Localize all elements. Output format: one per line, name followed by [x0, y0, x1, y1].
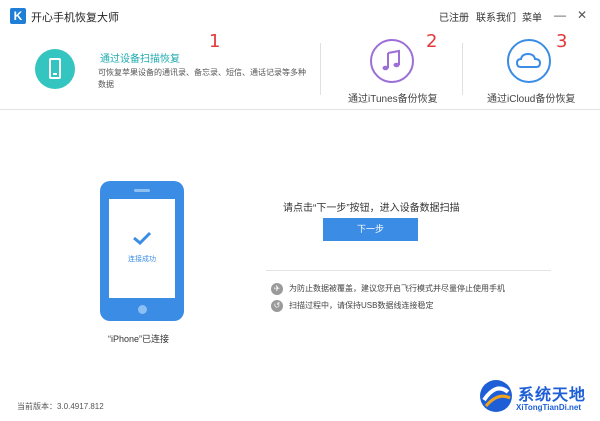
app-title: 开心手机恢复大师	[31, 12, 119, 24]
tip-airplane-mode: ✈ 为防止数据被覆盖，建议您开启飞行模式并尽量停止使用手机	[271, 283, 505, 295]
watermark-title: 系统天地	[518, 385, 587, 404]
tip-text: 扫描过程中，请保持USB数据线连接稳定	[289, 301, 434, 311]
minimize-button[interactable]: —	[551, 6, 569, 24]
separator	[266, 270, 551, 271]
phone-illustration: 连接成功	[100, 181, 184, 321]
tip-text: 为防止数据被覆盖，建议您开启飞行模式并尽量停止使用手机	[289, 284, 505, 294]
recovery-mode-bar: 通过设备扫描恢复 可恢复苹果设备的通讯录、备忘录、短信、通话记录等多种数据 1 …	[0, 31, 600, 110]
menu-main[interactable]: 菜单	[522, 9, 542, 24]
version-text: 当前版本：3.0.4917.812	[17, 402, 104, 411]
mode-itunes-backup-label: 通过iTunes备份恢复	[348, 94, 438, 105]
airplane-icon: ✈	[271, 283, 283, 295]
mode-device-scan-title: 通过设备扫描恢复	[100, 54, 180, 65]
watermark-logo-icon	[480, 380, 512, 412]
menu-contact-us[interactable]: 联系我们	[476, 9, 516, 24]
check-icon	[133, 231, 152, 245]
title-bar: K 开心手机恢复大师 已注册 联系我们 菜单 — ✕	[0, 0, 600, 31]
phone-screen: 连接成功	[109, 199, 175, 298]
annotation-2: 2	[426, 31, 438, 52]
mode-device-scan-desc: 可恢复苹果设备的通讯录、备忘录、短信、通话记录等多种数据	[98, 68, 306, 89]
phone-home-button	[138, 305, 147, 314]
phone-icon	[35, 49, 75, 89]
connected-text: 连接成功	[128, 256, 156, 263]
usb-icon: ↺	[271, 300, 283, 312]
annotation-3: 3	[556, 31, 568, 52]
close-button[interactable]: ✕	[573, 6, 591, 24]
watermark-url: XiTongTianDi.net	[516, 403, 582, 412]
app-logo-icon: K	[10, 8, 26, 24]
mode-icloud-backup-label: 通过iCloud备份恢复	[487, 94, 576, 105]
tip-usb-connection: ↺ 扫描过程中，请保持USB数据线连接稳定	[271, 300, 433, 312]
mode-divider	[320, 43, 321, 95]
instruction-text: 请点击“下一步”按钮，进入设备数据扫描	[283, 203, 460, 214]
next-button[interactable]: 下一步	[323, 218, 418, 241]
device-status: “iPhone”已连接	[108, 334, 170, 344]
cloud-icon	[507, 39, 551, 83]
phone-speaker	[134, 189, 150, 192]
mode-divider	[462, 43, 463, 95]
menu-registered[interactable]: 已注册	[439, 9, 469, 24]
music-note-icon	[370, 39, 414, 83]
annotation-1: 1	[209, 31, 221, 52]
